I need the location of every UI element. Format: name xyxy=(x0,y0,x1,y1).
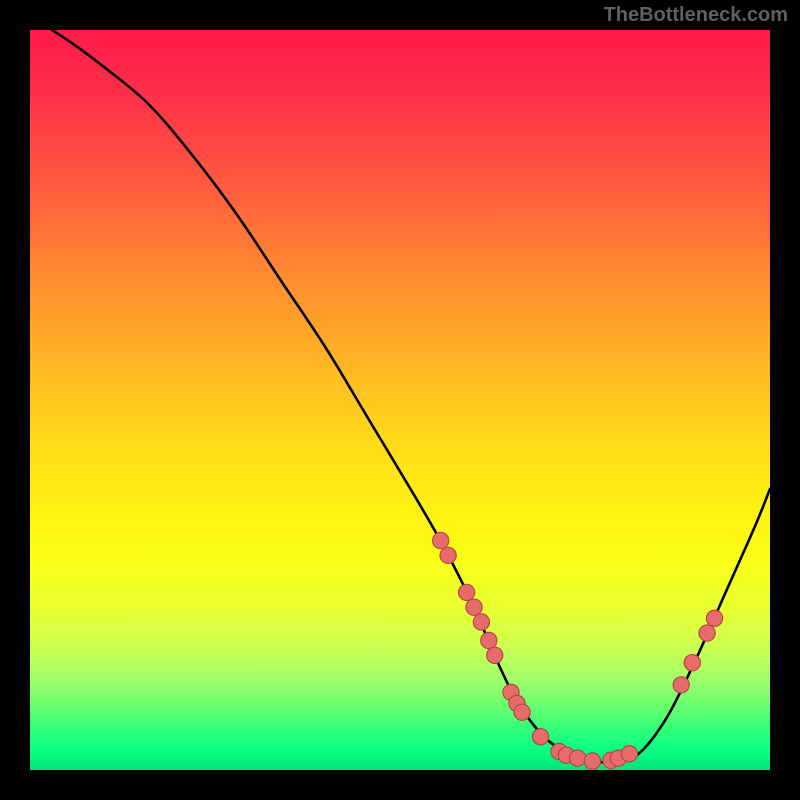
plot-area xyxy=(30,30,770,770)
watermark-label: TheBottleneck.com xyxy=(604,4,788,27)
gradient-background xyxy=(30,30,770,770)
